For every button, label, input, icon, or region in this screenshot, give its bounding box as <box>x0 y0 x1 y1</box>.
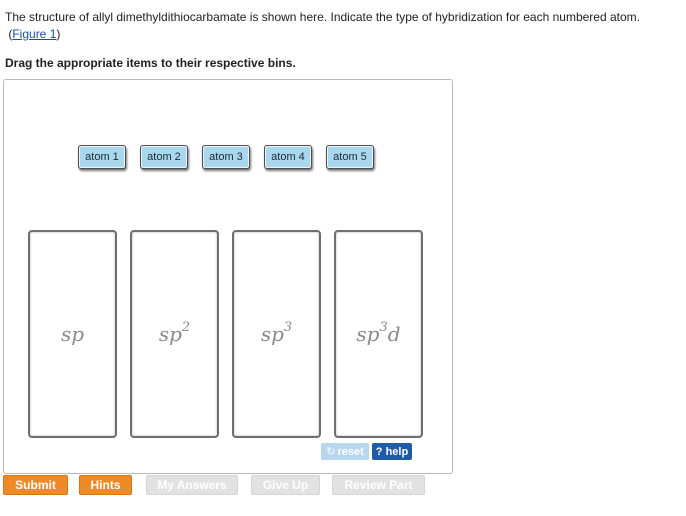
reset-icon: ↻ <box>326 446 336 458</box>
reset-button[interactable]: ↻ reset <box>321 443 369 460</box>
instruction-text: Drag the appropriate items to their resp… <box>5 56 296 70</box>
figure-1-link[interactable]: Figure 1 <box>12 27 56 41</box>
give-up-button[interactable]: Give Up <box>251 475 320 495</box>
bin-sp3d[interactable]: sp3d <box>334 230 423 438</box>
hints-button[interactable]: Hints <box>79 475 132 495</box>
bin-label-sp2: sp2 <box>158 320 191 346</box>
bin-label-sp3d: sp3d <box>356 320 401 346</box>
reset-label: reset <box>337 445 364 458</box>
draggable-atom-3[interactable]: atom 3 <box>202 145 250 169</box>
bin-label-sp: sp <box>60 322 85 346</box>
help-button[interactable]: ? help <box>372 443 412 460</box>
bin-sp3[interactable]: sp3 <box>232 230 321 438</box>
figure-close-paren: ) <box>56 27 61 41</box>
question-text: The structure of allyl dimethyldithiocar… <box>5 9 675 43</box>
draggable-atom-5[interactable]: atom 5 <box>326 145 374 169</box>
draggable-atom-2[interactable]: atom 2 <box>140 145 188 169</box>
draggable-atom-1[interactable]: atom 1 <box>78 145 126 169</box>
draggable-atom-4[interactable]: atom 4 <box>264 145 312 169</box>
submit-button[interactable]: Submit <box>3 475 68 495</box>
question-body: The structure of allyl dimethyldithiocar… <box>5 10 640 24</box>
review-part-button[interactable]: Review Part <box>332 475 425 495</box>
bin-sp2[interactable]: sp2 <box>130 230 219 438</box>
my-answers-button[interactable]: My Answers <box>146 475 238 495</box>
bin-sp[interactable]: sp <box>28 230 117 438</box>
bin-label-sp3: sp3 <box>260 320 293 346</box>
